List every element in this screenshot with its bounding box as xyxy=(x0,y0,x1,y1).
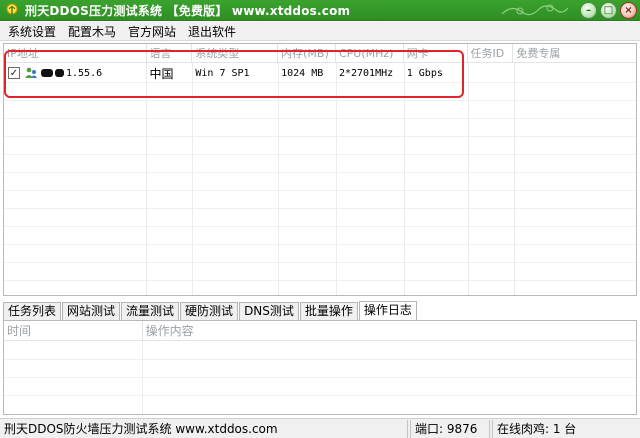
host-ip-cell: ✓ 1.55.6 xyxy=(4,67,147,79)
maximize-button[interactable]: □ xyxy=(600,2,617,19)
grid-line xyxy=(4,244,636,245)
title-bar[interactable]: 刑天DDOS压力测试系统 【免费版】 www.xtddos.com – □ × xyxy=(0,0,640,21)
grid-line xyxy=(278,63,279,295)
window-title: 刑天DDOS压力测试系统 【免费版】 www.xtddos.com xyxy=(25,3,351,18)
operation-log-list[interactable]: 时间 操作内容 xyxy=(3,320,637,415)
maximize-icon: □ xyxy=(603,4,614,16)
grid-line xyxy=(336,63,337,295)
grid-line xyxy=(4,359,636,360)
grid-line xyxy=(514,63,515,295)
status-port: 端口: 9876 xyxy=(410,419,490,438)
log-header: 时间 操作内容 xyxy=(4,321,636,341)
grid-line xyxy=(4,208,636,209)
minimize-icon: – xyxy=(586,4,591,16)
tab-operation-log[interactable]: 操作日志 xyxy=(358,301,417,320)
grid-line xyxy=(4,172,636,173)
host-row[interactable]: ✓ 1.55.6 中国 Win 7 SP1 1024 MB 2*2701MHz … xyxy=(4,64,636,82)
column-language[interactable]: 语言 xyxy=(147,44,193,63)
column-nic[interactable]: 网卡 xyxy=(404,44,468,63)
host-ip: 1.55.6 xyxy=(66,67,103,79)
tab-batch-operations[interactable]: 批量操作 xyxy=(299,302,358,320)
host-nic: 1 Gbps xyxy=(406,67,443,79)
grid-line xyxy=(192,63,193,295)
grid-line xyxy=(146,63,147,295)
redaction-mark xyxy=(41,69,53,77)
grid-line xyxy=(4,190,636,191)
menu-system-settings[interactable]: 系统设置 xyxy=(4,23,60,40)
host-cpu: 2*2701MHz xyxy=(338,67,394,79)
menu-configure-trojan[interactable]: 配置木马 xyxy=(64,23,120,40)
grid-line xyxy=(4,154,636,155)
column-operation[interactable]: 操作内容 xyxy=(143,321,636,341)
column-free[interactable]: 免费专属 xyxy=(513,44,636,63)
status-bar: 刑天DDOS防火墙压力测试系统 www.xtddos.com 端口: 9876 … xyxy=(0,418,640,438)
grid-line xyxy=(4,395,636,396)
status-product: 刑天DDOS防火墙压力测试系统 www.xtddos.com xyxy=(0,419,408,438)
host-list-header: IP地址 语言 系统类型 内存(MB) CPU(MHz) 网卡 任务ID 免费专… xyxy=(4,44,636,63)
status-online-count: 在线肉鸡: 1 台 xyxy=(492,419,638,438)
grid-line xyxy=(4,100,636,101)
host-select-checkbox[interactable]: ✓ xyxy=(8,67,20,79)
tab-dns-test[interactable]: DNS测试 xyxy=(239,302,299,320)
computer-peer-icon xyxy=(25,67,37,78)
grid-line xyxy=(468,63,469,295)
grid-line xyxy=(4,262,636,263)
column-os[interactable]: 系统类型 xyxy=(192,44,279,63)
tab-traffic-test[interactable]: 流量测试 xyxy=(121,302,180,320)
tab-hardware-defense-test[interactable]: 硬防测试 xyxy=(180,302,239,320)
grid-line xyxy=(404,63,405,295)
app-leaf-icon xyxy=(6,3,18,15)
menu-official-site[interactable]: 官方网站 xyxy=(124,23,180,40)
minimize-button[interactable]: – xyxy=(580,2,597,19)
column-time[interactable]: 时间 xyxy=(4,321,143,341)
redaction-mark xyxy=(55,69,64,77)
menu-exit[interactable]: 退出软件 xyxy=(184,23,240,40)
grid-line xyxy=(4,377,636,378)
menu-bar: 系统设置 配置木马 官方网站 退出软件 xyxy=(0,22,640,41)
host-memory: 1024 MB xyxy=(281,67,324,79)
close-button[interactable]: × xyxy=(620,2,637,19)
column-cpu[interactable]: CPU(MHz) xyxy=(336,44,404,63)
column-memory[interactable]: 内存(MB) xyxy=(278,44,336,63)
column-ip[interactable]: IP地址 xyxy=(4,44,147,63)
grid-line xyxy=(4,226,636,227)
grid-line xyxy=(4,82,636,83)
tab-website-test[interactable]: 网站测试 xyxy=(62,302,121,320)
host-os: Win 7 SP1 xyxy=(195,67,250,79)
host-language: 中国 xyxy=(149,66,174,81)
grid-line xyxy=(4,280,636,281)
grid-line xyxy=(4,136,636,137)
title-ornament xyxy=(501,4,569,16)
column-task-id[interactable]: 任务ID xyxy=(468,44,514,63)
tab-bar: 任务列表 网站测试 流量测试 硬防测试 DNS测试 批量操作 操作日志 xyxy=(3,301,418,320)
host-list[interactable]: IP地址 语言 系统类型 内存(MB) CPU(MHz) 网卡 任务ID 免费专… xyxy=(3,43,637,296)
tab-task-list[interactable]: 任务列表 xyxy=(3,302,62,320)
grid-line xyxy=(4,118,636,119)
close-icon: × xyxy=(624,4,633,16)
